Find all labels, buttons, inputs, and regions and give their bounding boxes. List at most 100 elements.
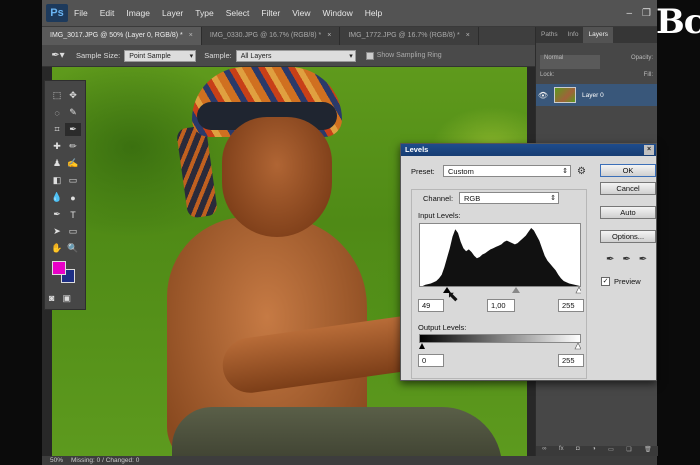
fx-icon[interactable]: fx <box>559 446 564 456</box>
history-brush-icon[interactable]: ✍ <box>65 157 81 170</box>
toolbox: ⬚ ✥ ◌ ✎ ⌗ ✒ ✚ ✏ ♟ ✍ ◧ ▭ 💧 ● ✒ T ➤ ▭ ✋ 🔍 … <box>44 80 86 310</box>
output-levels-label: Output Levels: <box>418 323 467 332</box>
output-gradient <box>419 334 581 343</box>
input-slider[interactable] <box>419 286 583 294</box>
quick-mask-icon[interactable]: ◙ <box>49 293 54 304</box>
restore-icon[interactable]: ❐ <box>642 8 651 19</box>
tab-img-1772[interactable]: IMG_1772.JPG @ 16.7% (RGB/8) * × <box>340 27 479 45</box>
output-white-field[interactable]: 255 <box>558 354 584 367</box>
sample-label: Sample: <box>204 51 232 60</box>
photo-shorts <box>172 407 502 456</box>
tab-layers[interactable]: Layers <box>583 27 613 43</box>
cancel-button[interactable]: Cancel <box>600 182 656 195</box>
stamp-tool-icon[interactable]: ♟ <box>49 157 65 170</box>
pen-tool-icon[interactable]: ✒ <box>49 208 65 221</box>
eyedropper-tool-icon[interactable]: ✒ <box>65 123 81 136</box>
output-black-handle[interactable] <box>419 343 425 349</box>
black-eyedropper-icon[interactable]: ✒ <box>606 254 614 265</box>
move-tool-icon[interactable]: ✥ <box>65 89 81 102</box>
menu-edit[interactable]: Edit <box>100 8 115 18</box>
mouse-cursor-icon: ⬉ <box>447 288 459 304</box>
menu-window[interactable]: Window <box>322 8 352 18</box>
sampling-ring-checkbox[interactable] <box>365 51 374 60</box>
sample-select[interactable]: All Layers <box>235 49 356 63</box>
preview-label: Preview <box>614 277 641 286</box>
tab-info[interactable]: Info <box>563 27 584 43</box>
visibility-eye-icon[interactable]: 👁 <box>536 91 550 100</box>
brush-tool-icon[interactable]: ✏ <box>65 140 81 153</box>
input-white-field[interactable]: 255 <box>558 299 584 312</box>
menu-view[interactable]: View <box>292 8 310 18</box>
preset-select[interactable]: Custom <box>443 165 571 177</box>
photo-scarf-tail <box>175 125 219 219</box>
gear-icon[interactable]: ⚙ <box>577 166 586 177</box>
adjustment-icon[interactable]: ◑ <box>592 446 596 456</box>
screen-mode-icon[interactable]: ▣ <box>62 293 71 304</box>
input-gamma-field[interactable]: 1,00 <box>487 299 515 312</box>
menu-select[interactable]: Select <box>226 8 250 18</box>
white-eyedropper-icon[interactable]: ✒ <box>639 254 647 265</box>
quick-select-tool-icon[interactable]: ✎ <box>65 106 81 119</box>
lasso-tool-icon[interactable]: ◌ <box>49 106 65 119</box>
tab-img-3017[interactable]: IMG_3017.JPG @ 50% (Layer 0, RGB/8) * × <box>42 27 202 45</box>
trash-icon[interactable]: 🗑 <box>644 446 652 456</box>
menu-file[interactable]: File <box>74 8 88 18</box>
healing-tool-icon[interactable]: ✚ <box>49 140 65 153</box>
layer-controls: Normal Opacity: <box>540 55 653 69</box>
new-layer-icon[interactable]: ❏ <box>626 446 631 456</box>
lock-label: Lock: <box>540 72 555 78</box>
menu-help[interactable]: Help <box>365 8 382 18</box>
opacity-label: Opacity: <box>630 55 653 61</box>
tab-img-0330[interactable]: IMG_0330.JPG @ 16.7% (RGB/8) * × <box>202 27 341 45</box>
eraser-tool-icon[interactable]: ◧ <box>49 174 65 187</box>
minimize-icon[interactable]: – <box>626 8 632 19</box>
right-letterbox <box>657 0 700 465</box>
dodge-tool-icon[interactable]: ● <box>65 191 81 204</box>
input-levels-label: Input Levels: <box>418 211 461 220</box>
auto-button[interactable]: Auto <box>600 206 656 219</box>
white-point-handle[interactable] <box>575 286 583 294</box>
menu-image[interactable]: Image <box>126 8 150 18</box>
crop-tool-icon[interactable]: ⌗ <box>49 123 65 136</box>
mask-icon[interactable]: ◘ <box>576 446 580 456</box>
folder-icon[interactable]: ▭ <box>608 446 614 456</box>
link-icon[interactable]: ∞ <box>542 446 546 456</box>
eyedropper-preset-icon[interactable]: ✒▾ <box>48 48 68 64</box>
menu-type[interactable]: Type <box>195 8 213 18</box>
zoom-tool-icon[interactable]: 🔍 <box>65 242 81 255</box>
options-button[interactable]: Options... <box>600 230 656 243</box>
gray-eyedropper-icon[interactable]: ✒ <box>622 254 630 265</box>
foreground-color-swatch[interactable] <box>52 261 66 275</box>
tab-paths[interactable]: Paths <box>536 27 563 43</box>
channel-watermark: Bc <box>656 2 700 42</box>
gamma-handle[interactable] <box>512 287 520 293</box>
type-tool-icon[interactable]: T <box>65 208 81 221</box>
close-icon[interactable]: × <box>327 32 331 39</box>
menu-filter[interactable]: Filter <box>261 8 280 18</box>
output-white-handle[interactable] <box>574 342 582 350</box>
blend-mode-select[interactable]: Normal <box>540 55 600 69</box>
hand-tool-icon[interactable]: ✋ <box>49 242 65 255</box>
path-select-icon[interactable]: ➤ <box>49 225 65 238</box>
preview-checkbox[interactable]: ✓ <box>601 277 610 286</box>
marquee-tool-icon[interactable]: ⬚ <box>49 89 65 102</box>
channel-select[interactable]: RGB <box>459 192 559 204</box>
ok-button[interactable]: OK <box>600 164 656 177</box>
layer-item[interactable]: 👁 Layer 0 <box>536 84 657 106</box>
menu-layer[interactable]: Layer <box>162 8 183 18</box>
output-slider[interactable] <box>419 342 582 350</box>
blur-tool-icon[interactable]: 💧 <box>49 191 65 204</box>
preset-label: Preset: <box>411 167 435 176</box>
options-bar: ✒▾ Sample Size: Point Sample Sample: All… <box>42 45 535 67</box>
histogram-area <box>420 228 580 286</box>
output-black-field[interactable]: 0 <box>418 354 444 367</box>
close-icon[interactable]: × <box>644 145 654 155</box>
zoom-level[interactable]: 50% <box>50 457 63 464</box>
sample-size-select[interactable]: Point Sample <box>124 49 197 63</box>
input-black-field[interactable]: 49 <box>418 299 444 312</box>
levels-title: Levels <box>405 145 429 154</box>
shape-tool-icon[interactable]: ▭ <box>65 225 81 238</box>
close-icon[interactable]: × <box>189 32 193 39</box>
gradient-tool-icon[interactable]: ▭ <box>65 174 81 187</box>
close-icon[interactable]: × <box>466 32 470 39</box>
